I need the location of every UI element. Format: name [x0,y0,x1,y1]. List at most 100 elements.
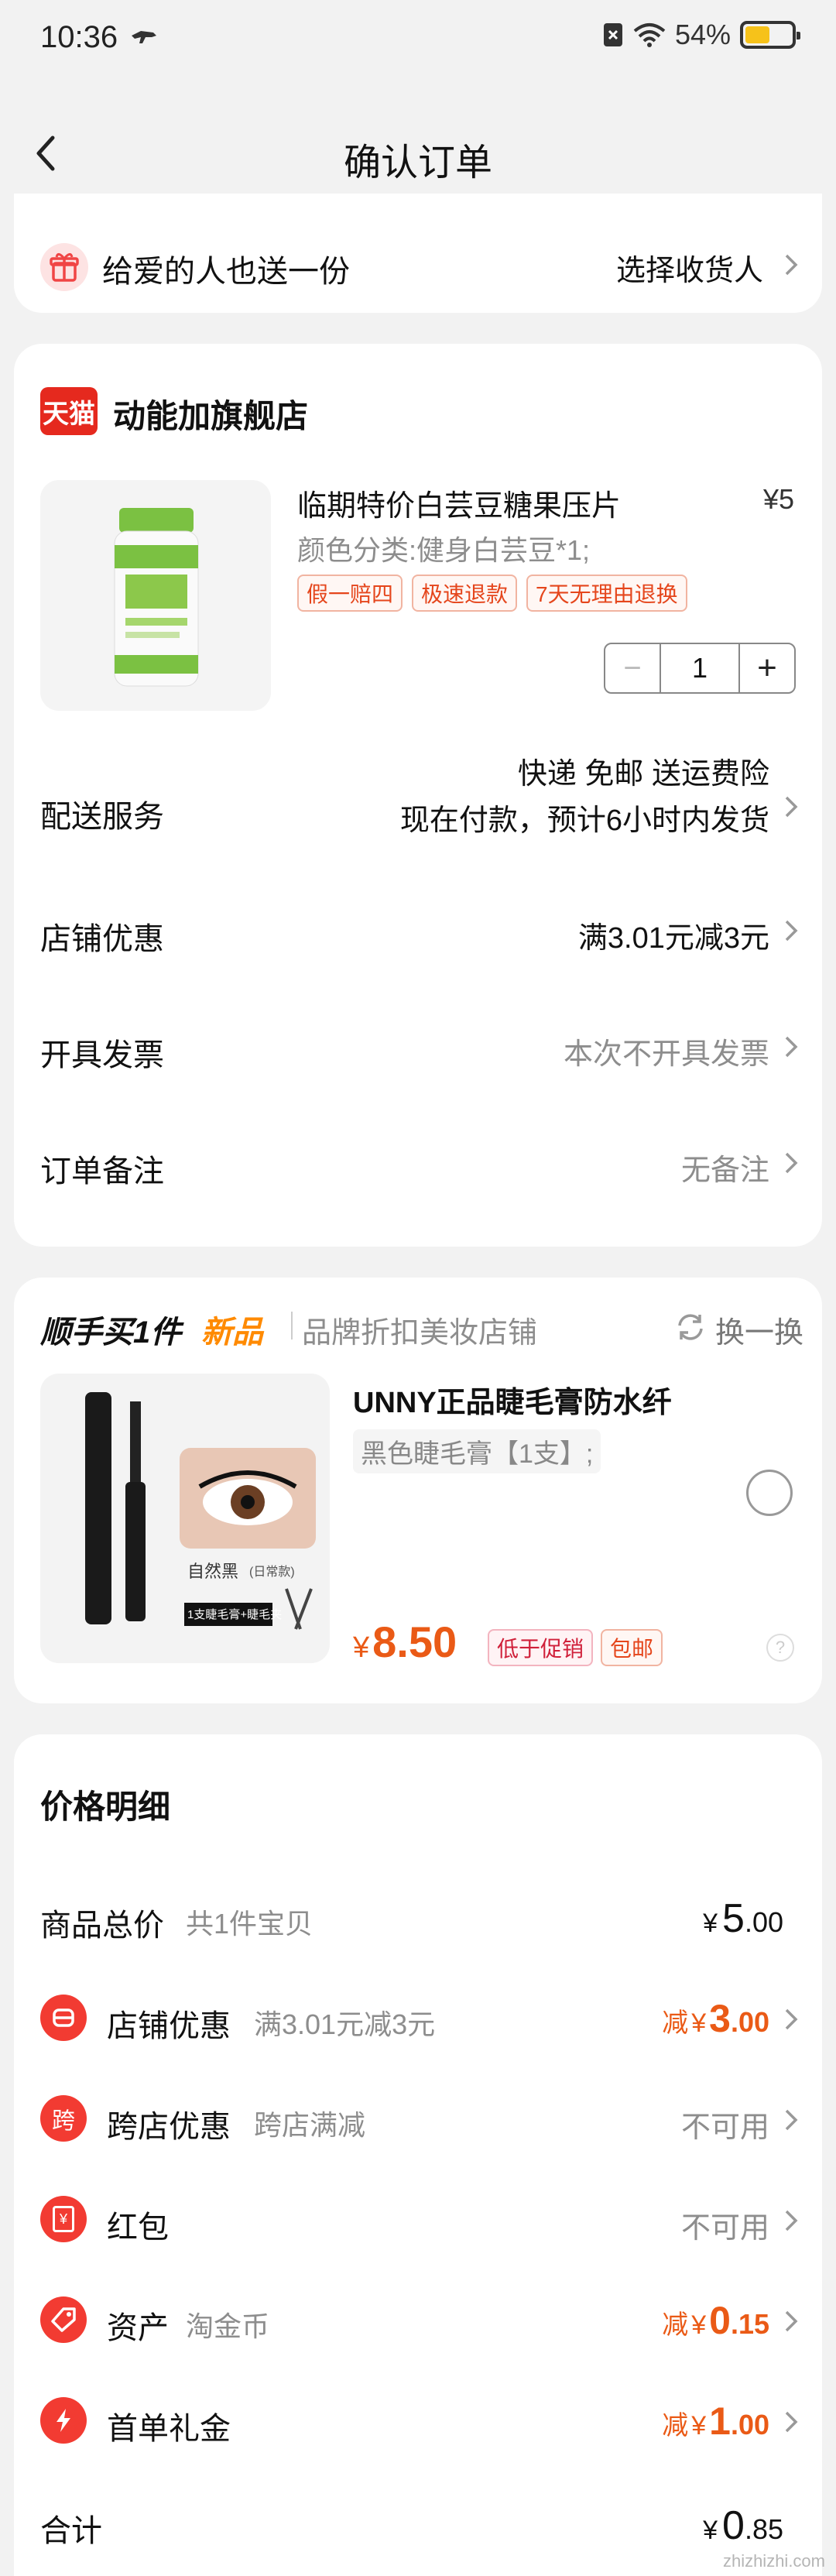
first-order-prefix: 减 [662,2411,689,2441]
row-red-packet[interactable]: ¥ 红包 不可用 [14,2182,822,2259]
red-packet-icon: ¥ [40,2196,87,2242]
chevron-right-icon [785,2008,798,2030]
invoice-value: 本次不开具发票 [563,1038,769,1071]
addon-product-title[interactable]: UNNY正品睫毛膏防水纤 [353,1378,672,1421]
order-note-label: 订单备注 [40,1154,164,1189]
chevron-right-icon [785,796,798,818]
chevron-right-icon [785,2210,798,2231]
red-packet-label: 红包 [107,2211,169,2245]
gift-icon [40,243,88,291]
order-note-value: 无备注 [680,1154,769,1187]
total-value: ¥ 0 .85 [703,2502,783,2549]
chevron-right-icon [785,1152,798,1174]
help-icon[interactable]: ? [766,1634,794,1662]
delivery-label: 配送服务 [40,800,164,834]
cross-store-sub: 跨店满减 [254,2109,366,2141]
store-discount-icon [40,1995,87,2041]
cross-store-label: 跨店优惠 [107,2110,231,2144]
quantity-stepper: − 1 + [604,643,796,694]
assets-sub: 淘金币 [186,2310,270,2342]
addon-price: ¥ 8.50 [353,1617,457,1667]
delivery-value-2: 现在付款，预计6小时内发货 [399,804,769,837]
price-store-discount-int: 3 [709,1997,731,2040]
divider [291,1312,293,1339]
delivery-value-1: 快递 免邮 送运费险 [517,758,769,791]
addon-price-value: 8.50 [372,1617,457,1666]
price-store-discount-value: 减 ¥ 3 .00 [662,1996,769,2041]
battery-percent: 54% [674,19,731,50]
addon-store: 品牌折扣美妆店铺 [302,1317,538,1350]
first-order-label: 首单礼金 [107,2412,231,2446]
product-title[interactable]: 临期特价白芸豆糖果压片 [297,482,621,524]
quantity-plus-button[interactable]: + [738,644,794,692]
chevron-right-icon [785,2109,798,2131]
addon-prefix: 顺手买1件 [40,1315,182,1350]
swap-button[interactable]: 换一换 [715,1309,803,1351]
assets-dec: .15 [730,2308,769,2340]
addon-img-text-3: 1支睫毛膏+睫毛夹 [187,1608,283,1621]
row-invoice[interactable]: 开具发票 本次不开具发票 [14,1002,822,1095]
row-order-note[interactable]: 订单备注 无备注 [14,1118,822,1211]
row-cross-store[interactable]: 跨 跨店优惠 跨店满减 不可用 [14,2081,822,2159]
row-first-order-gift[interactable]: 首单礼金 减 ¥ 1 .00 [14,2383,822,2461]
gift-card[interactable]: 给爱的人也送一份 选择收货人 [14,194,822,313]
addon-product-variant[interactable]: 黑色睫毛膏【1支】; [353,1429,601,1473]
first-order-dec: .00 [730,2409,769,2441]
store-discount-value: 满3.01元减3元 [577,922,769,955]
invoice-label: 开具发票 [40,1038,164,1072]
goods-total-dec: .00 [744,1906,783,1938]
battery-icon [740,21,800,49]
tag-7day-return: 7天无理由退换 [526,575,687,612]
store-name[interactable]: 动能加旗舰店 [113,390,308,437]
goods-total-symbol: ¥ [703,1909,718,1938]
service-tags: 假一赔四 极速退款 7天无理由退换 [297,575,687,612]
addon-select-radio[interactable] [746,1470,793,1516]
quantity-minus-button[interactable]: − [605,644,661,692]
row-store-discount[interactable]: 店铺优惠 满3.01元减3元 [14,886,822,979]
status-right: 54% [602,19,800,51]
battery-fill [745,26,770,43]
assets-int: 0 [709,2299,731,2342]
cross-store-value: 不可用 [680,2111,769,2144]
goods-total-int: 5 [722,1896,745,1941]
addon-img-text-2: (日常款) [249,1566,295,1579]
assets-value: 减 ¥ 0 .15 [662,2298,769,2343]
addon-product-image[interactable]: 自然黑 (日常款) 1支睫毛膏+睫毛夹 [40,1374,330,1663]
page-title: 确认订单 [343,142,492,184]
price-store-discount-sub: 满3.01元减3元 [254,2008,436,2040]
quantity-value[interactable]: 1 [661,644,738,692]
tag-free-shipping: 包邮 [601,1629,663,1666]
status-bar: 10:36 54% [0,0,836,77]
price-detail-card: 价格明细 商品总价 共1件宝贝 ¥ 5 .00 店铺优惠 满3.01元减3元 减… [14,1734,822,2576]
total-label: 合计 [40,2514,102,2548]
product-image[interactable] [40,480,271,711]
price-store-discount-symbol: ¥ [691,2008,707,2038]
addon-tags: 低于促销 包邮 [488,1629,663,1666]
store-card: 天猫 动能加旗舰店 临期特价白芸豆糖果压片 ¥5 颜色分类:健身白芸豆*1; 假… [14,344,822,1247]
refresh-icon[interactable] [673,1310,708,1344]
product-price: ¥5 [762,483,794,515]
tmall-badge: 天猫 [40,387,98,435]
chevron-right-icon [785,920,798,942]
tag-below-promo: 低于促销 [488,1629,594,1666]
total-int: 0 [722,2503,745,2548]
row-assets[interactable]: 资产 淘金币 减 ¥ 0 .15 [14,2283,822,2360]
cross-store-icon: 跨 [40,2095,87,2142]
row-delivery[interactable]: 配送服务 快递 免邮 送运费险 现在付款，预计6小时内发货 [14,740,822,872]
select-recipient[interactable]: 选择收货人 [616,246,763,289]
addon-price-symbol: ¥ [353,1631,370,1664]
assets-label: 资产 [107,2311,169,2345]
row-goods-total: 商品总价 共1件宝贝 ¥ 5 .00 [14,1881,822,1959]
lightning-icon [40,2397,87,2444]
status-time: 10:36 [40,20,118,54]
goods-total-label: 商品总价 [40,1909,164,1943]
row-price-store-discount[interactable]: 店铺优惠 满3.01元减3元 减 ¥ 3 .00 [14,1981,822,2058]
first-order-value: 减 ¥ 1 .00 [662,2399,769,2444]
row-total: 合计 ¥ 0 .85 [14,2484,822,2569]
chevron-right-icon [785,2411,798,2433]
goods-total-value: ¥ 5 .00 [703,1895,783,1942]
red-packet-value: 不可用 [680,2212,769,2245]
addon-card: 顺手买1件 新品 品牌折扣美妆店铺 换一换 自然黑 (日常款) 1支睫毛膏+睫毛… [14,1278,822,1703]
assets-prefix: 减 [662,2310,689,2340]
chevron-right-icon [785,1036,798,1058]
